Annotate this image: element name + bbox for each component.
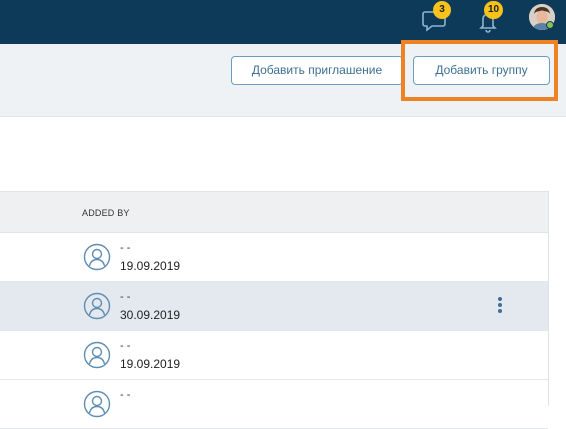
- table-row[interactable]: - - 30.09.2019: [0, 282, 548, 331]
- messages-button[interactable]: 3: [421, 1, 451, 34]
- table-row[interactable]: - - 19.09.2019: [0, 233, 548, 282]
- user-icon: [83, 292, 111, 320]
- user-icon: [83, 243, 111, 271]
- top-navigation-bar: 3 10: [0, 0, 566, 44]
- messages-count-badge: 3: [433, 1, 451, 19]
- table-row[interactable]: - - 19.09.2019: [0, 331, 548, 380]
- online-status-indicator: [546, 21, 554, 29]
- notifications-button[interactable]: 10: [474, 1, 504, 34]
- table-row[interactable]: - -: [0, 380, 548, 429]
- notifications-count-badge: 10: [484, 1, 504, 19]
- added-date: 19.09.2019: [120, 357, 181, 371]
- added-by-name: - -: [120, 291, 131, 303]
- more-vertical-icon: [498, 297, 502, 301]
- add-invitation-button[interactable]: Добавить приглашение: [231, 56, 403, 85]
- members-table: ADDED BY - - 19.09.2019 - - 30.09.2019 -…: [0, 191, 549, 429]
- user-icon: [83, 341, 111, 369]
- more-vertical-icon-dot: [498, 303, 502, 307]
- added-by-name: - -: [120, 389, 131, 401]
- added-date: 19.09.2019: [120, 259, 181, 273]
- add-group-highlight-frame: [401, 40, 558, 101]
- more-vertical-icon-dot: [498, 309, 502, 313]
- column-header-added-by: ADDED BY: [82, 208, 130, 218]
- table-header: ADDED BY: [0, 192, 548, 233]
- row-more-actions-button[interactable]: [492, 295, 508, 317]
- added-by-name: - -: [120, 242, 131, 254]
- added-by-name: - -: [120, 340, 131, 352]
- user-icon: [83, 390, 111, 418]
- added-date: 30.09.2019: [120, 308, 181, 322]
